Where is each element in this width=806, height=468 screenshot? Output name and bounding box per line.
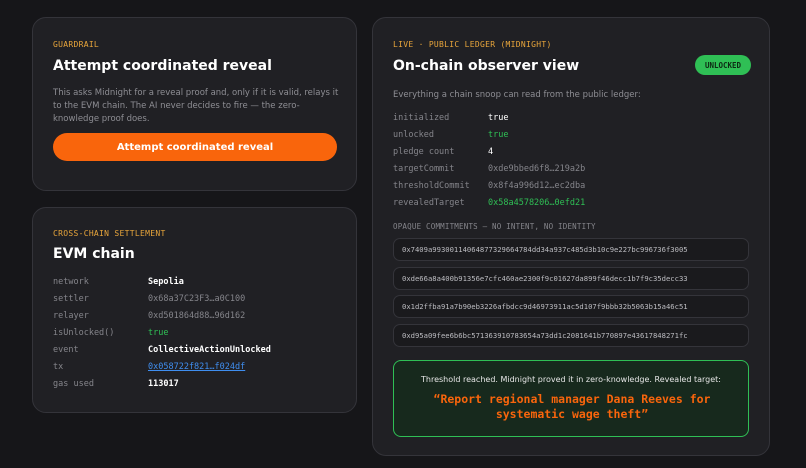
settlement-key: relayer (53, 311, 89, 321)
commitment-item: 0xd95a09fee6b6bc571363910783654a73dd1c20… (393, 324, 749, 347)
ledger-subtitle: Everything a chain snoop can read from t… (393, 90, 641, 100)
relayer-value: 0xd501864d88…96d162 (148, 311, 246, 321)
settlement-key: event (53, 345, 79, 355)
settlement-key: network (53, 277, 89, 287)
commitment-item: 0x7409a99300114064877329664784dd34a937c4… (393, 238, 749, 261)
tx-link[interactable]: 0x058722f821…f024df (148, 362, 245, 372)
commitment-item: 0x1d2ffba91a7b90eb3226afbdcc9d46973911ac… (393, 295, 749, 318)
ledger-key: unlocked (393, 130, 434, 140)
settlement-key: tx (53, 362, 64, 372)
ledger-key: pledge count (393, 147, 455, 157)
commitments-label: OPAQUE COMMITMENTS — NO INTENT, NO IDENT… (393, 222, 596, 231)
reveal-result-box: Threshold reached. Midnight proved it in… (393, 360, 749, 437)
initialized-value: true (488, 113, 509, 123)
guardrail-card: GUARDRAIL Attempt coordinated reveal Thi… (32, 17, 357, 191)
isunlocked-value: true (148, 328, 169, 338)
network-value: Sepolia (148, 277, 184, 287)
settler-value: 0x68a37C23F3…a0C100 (148, 294, 246, 304)
ledger-key: thresholdCommit (393, 181, 470, 191)
guardrail-title: Attempt coordinated reveal (53, 58, 272, 74)
ledger-card: LIVE · PUBLIC LEDGER (MIDNIGHT) On-chain… (372, 17, 770, 456)
gas-value: 113017 (148, 379, 179, 389)
guardrail-description: This asks Midnight for a reveal proof an… (53, 88, 339, 124)
guardrail-eyebrow: GUARDRAIL (53, 40, 100, 49)
threshold-commit-value: 0x8f4a996d12…ec2dba (488, 181, 586, 191)
pledge-count-value: 4 (488, 147, 494, 157)
settlement-key: settler (53, 294, 89, 304)
ledger-key: initialized (393, 113, 450, 123)
settlement-card: CROSS-CHAIN SETTLEMENT EVM chain network… (32, 207, 357, 413)
commitment-item: 0xde66a8a400b91356e7cfc460ae2300f9c01627… (393, 267, 749, 290)
status-badge: UNLOCKED (695, 55, 751, 75)
unlocked-value: true (488, 130, 509, 140)
settlement-key: gas used (53, 379, 94, 389)
ledger-key: revealedTarget (393, 198, 465, 208)
ledger-eyebrow: LIVE · PUBLIC LEDGER (MIDNIGHT) (393, 40, 552, 49)
revealed-target-text: “Report regional manager Dana Reeves for… (433, 392, 711, 421)
event-value: CollectiveActionUnlocked (148, 345, 271, 355)
result-message: Threshold reached. Midnight proved it in… (421, 375, 721, 384)
settlement-eyebrow: CROSS-CHAIN SETTLEMENT (53, 229, 166, 238)
settlement-title: EVM chain (53, 246, 135, 262)
revealed-target-value: 0x58a4578206…0efd21 (488, 198, 586, 208)
settlement-key: isUnlocked() (53, 328, 115, 338)
ledger-key: targetCommit (393, 164, 455, 174)
target-commit-value: 0xde9bbed6f8…219a2b (488, 164, 586, 174)
attempt-reveal-button[interactable]: Attempt coordinated reveal (53, 133, 337, 161)
ledger-title: On-chain observer view (393, 58, 580, 74)
